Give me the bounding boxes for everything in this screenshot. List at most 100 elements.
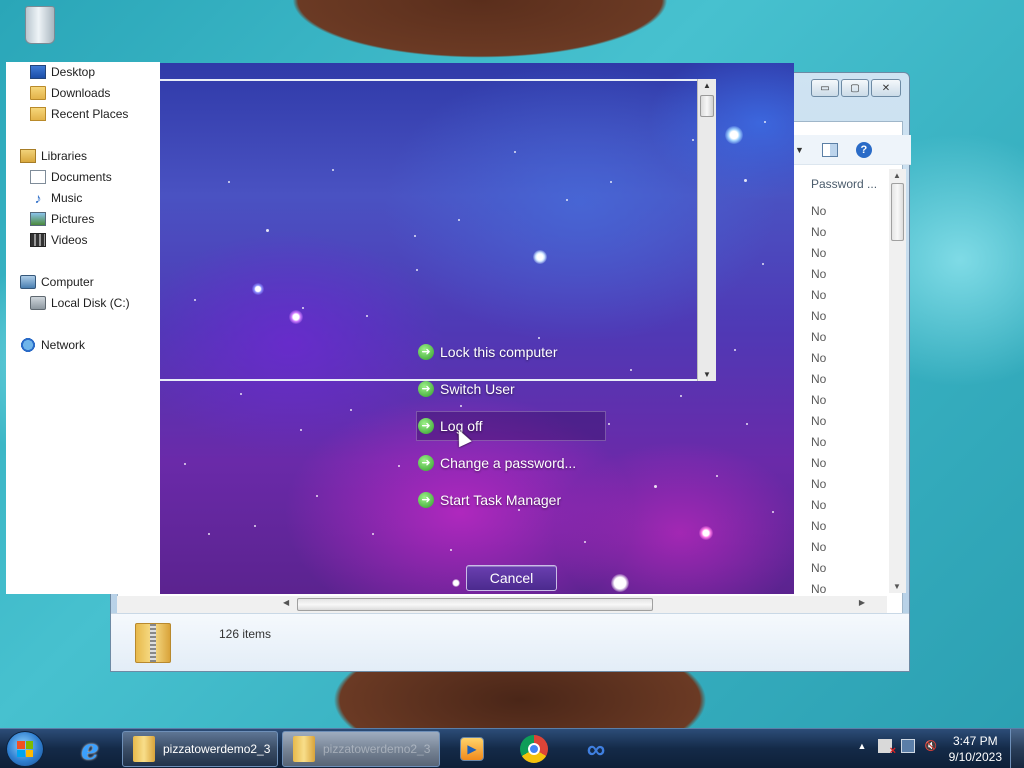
panel-scrollbar[interactable]: ▲ ▼ [697,79,716,381]
taskbar: e pizzatowerdemo2_3 pizzatowerdemo2_3 ▶ … [0,728,1024,768]
nav-libraries[interactable]: Libraries [20,146,87,166]
blank-panel [160,79,716,381]
glowing-star [699,526,713,540]
scroll-left-icon[interactable]: ◀ [283,598,289,607]
app-button[interactable]: ∞ [580,733,612,765]
clock-date: 9/10/2023 [948,750,1002,764]
nav-music[interactable]: ♪ Music [30,188,83,208]
folder-icon [293,736,315,762]
infinity-icon: ∞ [586,733,606,764]
option-label: Change a password... [440,455,577,471]
media-player-button[interactable]: ▶ [456,733,488,765]
password-cell: No [811,414,827,428]
nav-pictures[interactable]: Pictures [30,209,94,229]
password-cell: No [811,246,827,260]
security-options-screen: ▲ ▼ ➜ Lock this computer ➜ Switch User ➜… [160,63,794,594]
scroll-down-icon[interactable]: ▼ [703,370,711,379]
password-cell: No [811,372,827,386]
downloads-folder-icon [30,86,46,100]
star [184,463,186,465]
help-icon[interactable]: ? [855,141,872,158]
recycle-bin-icon [25,6,55,44]
close-button[interactable]: ✕ [871,79,901,97]
nav-documents[interactable]: Documents [30,167,112,187]
scroll-right-icon[interactable]: ▶ [859,598,865,607]
recycle-bin-shortcut[interactable] [18,6,62,58]
password-cell: No [811,204,827,218]
show-desktop-button[interactable] [1010,729,1024,768]
nav-label: Pictures [51,212,95,226]
documents-icon [30,170,46,184]
cancel-button[interactable]: Cancel [466,565,557,591]
maximize-button[interactable]: ▢ [841,79,869,97]
star [764,121,766,123]
explorer-toolbar-right: ▼ ? [791,135,911,165]
lock-computer-option[interactable]: ➜ Lock this computer [418,337,558,367]
nav-label: Libraries [41,149,88,163]
change-password-option[interactable]: ➜ Change a password... [418,448,576,478]
taskbar-item-explorer[interactable]: pizzatowerdemo2_3 [122,731,278,767]
nav-videos[interactable]: Videos [30,230,87,250]
star [460,405,462,407]
action-center-flag-icon[interactable] [878,739,896,757]
switch-user-option[interactable]: ➜ Switch User [418,374,515,404]
log-off-option[interactable]: ➜ Log off [416,411,606,441]
vertical-scrollbar[interactable]: ▲ ▼ [889,169,906,593]
nav-network[interactable]: Network [20,335,85,355]
scroll-down-icon[interactable]: ▼ [893,582,901,591]
star [450,549,452,551]
minimize-icon: ▭ [820,82,830,94]
recent-places-icon [30,107,46,121]
nav-desktop[interactable]: Desktop [30,62,95,82]
maximize-icon: ▢ [850,82,860,94]
password-cell: No [811,393,827,407]
star [772,511,774,513]
windows-logo-icon [17,741,33,757]
computer-icon [20,275,36,289]
password-column-header[interactable]: Password ... [807,173,887,195]
nav-recent-places[interactable]: Recent Places [30,104,128,124]
pictures-icon [30,212,46,226]
star [316,495,318,497]
preview-pane-icon[interactable] [821,142,838,157]
desktop-icon [30,65,46,79]
nav-downloads[interactable]: Downloads [30,83,110,103]
nav-computer[interactable]: Computer [20,272,94,292]
scroll-up-icon[interactable]: ▲ [893,171,901,180]
panel-scroll-thumb[interactable] [700,95,714,117]
chrome-button[interactable] [518,733,550,765]
start-button[interactable] [6,731,44,767]
star [762,263,764,265]
star [584,541,586,543]
nav-label: Local Disk (C:) [51,296,130,310]
start-task-manager-option[interactable]: ➜ Start Task Manager [418,485,561,515]
star [300,429,302,431]
view-options-dropdown[interactable]: ▼ [795,145,804,155]
volume-muted-icon[interactable]: 🔇 [924,739,938,753]
scroll-up-icon[interactable]: ▲ [703,81,711,90]
libraries-icon [20,149,36,163]
glowing-star [611,574,629,592]
clock[interactable]: 3:47 PM 9/10/2023 [949,733,1002,765]
network-status-icon[interactable] [901,739,915,753]
taskbar-item-label: pizzatowerdemo2_3 [163,742,271,756]
videos-icon [30,233,46,247]
nav-local-disk[interactable]: Local Disk (C:) [30,293,130,313]
password-cell: No [811,456,827,470]
minimize-button[interactable]: ▭ [811,79,839,97]
horizontal-scroll-thumb[interactable] [297,598,653,611]
taskbar-item-explorer-2[interactable]: pizzatowerdemo2_3 [282,731,440,767]
star [744,179,747,182]
star [372,533,374,535]
password-cell: No [811,477,827,491]
chrome-icon [520,735,548,763]
horizontal-scrollbar[interactable]: ◀ ▶ [117,596,887,613]
internet-explorer-button[interactable]: e [74,733,106,766]
nav-label: Computer [41,275,94,289]
show-hidden-icons-icon[interactable]: ▲ [855,739,869,753]
glowing-star [725,126,743,144]
system-tray: ▲ 🔇 [855,739,938,757]
vertical-scroll-thumb[interactable] [891,183,904,241]
nav-label: Recent Places [51,107,129,121]
star [208,533,210,535]
